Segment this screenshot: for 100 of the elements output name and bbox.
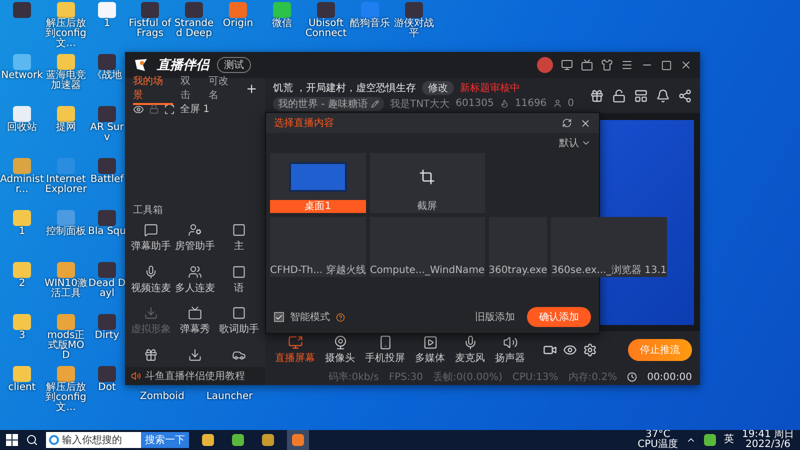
webcam-icon [332,335,348,350]
desktop-icon-label: 解压后放到config文... [44,383,88,413]
close-icon[interactable] [580,118,591,128]
legacy-add-button[interactable]: 旧版添加 [469,309,521,325]
avatar[interactable] [537,57,553,73]
search-field[interactable]: 输入你想搜的 [46,432,141,448]
desktop-icon-label: Network [1,71,43,81]
app-icon[interactable] [13,2,31,18]
source-button[interactable]: 直播屏幕 [273,335,317,365]
source-button[interactable]: 麦克风 [453,335,487,365]
checkbox[interactable] [274,312,284,322]
app-icon[interactable] [405,2,423,18]
desktop-icon-label: 1 [18,227,26,237]
eye-icon[interactable] [563,343,577,357]
app-icon[interactable] [98,2,116,18]
refresh-icon[interactable] [562,118,572,128]
app-icon[interactable] [98,314,116,330]
folder-icon[interactable] [13,210,31,226]
search-icon[interactable] [26,434,38,446]
screen-share-icon [288,335,302,350]
logo-icon [133,57,149,73]
app-icon[interactable] [98,210,116,226]
help-icon[interactable] [336,312,345,322]
source-card[interactable]: Compute..._WindName [370,217,485,277]
gift-icon[interactable] [590,88,604,102]
desktop-icon-label: Fistful of Frags [128,19,172,39]
app-icon[interactable] [141,2,159,18]
tray-icon[interactable] [704,434,716,446]
frame-icon [232,264,246,278]
app-icon[interactable] [13,106,31,122]
add-scene-button[interactable]: + [246,82,257,96]
shirt-icon[interactable] [601,59,613,71]
tool-item[interactable]: 视频连麦 [129,264,173,300]
tutorial-link[interactable]: 斗鱼直播伴侣使用教程 [145,369,245,383]
folder-icon[interactable] [57,314,75,330]
app-icon[interactable] [98,54,116,70]
tool-item[interactable]: 多人连麦 [173,264,217,300]
tool-item[interactable]: 语 [217,264,261,300]
desktop-icon-label: 微信 [272,19,292,29]
app-icon[interactable] [98,158,116,174]
layout-icon[interactable] [634,88,648,102]
windows-icon[interactable] [6,434,18,446]
scene-tab[interactable]: 双击 [180,74,200,104]
clock-date[interactable]: 2022/3/6 [746,440,790,450]
desktop-icon-label: 回收站 [7,123,37,133]
settings-icon[interactable] [583,343,597,357]
version-badge[interactable]: 测试 [217,57,251,73]
folder-icon[interactable] [57,366,75,382]
source-button[interactable]: 手机投屏 [363,335,407,365]
app-icon[interactable] [98,106,116,122]
source-button[interactable]: 扬声器 [493,335,527,365]
folder-icon[interactable] [57,262,75,278]
close-icon[interactable] [680,59,692,71]
menu-icon[interactable] [621,59,633,71]
folder-icon[interactable] [57,106,75,122]
category-tag[interactable]: 我的世界 - 趣味糖语 [273,96,384,110]
search-button[interactable]: 搜索一下 [141,432,189,448]
source-card[interactable]: 截屏 [370,153,485,213]
lock-icon[interactable] [149,104,159,114]
desktop-icon-label: Dirty [94,331,120,341]
app-icon[interactable] [98,366,116,382]
share-icon[interactable] [678,88,692,102]
app-icon[interactable] [185,2,203,18]
source-card[interactable]: CFHD-Th... 穿越火线 [270,217,366,277]
eye-icon[interactable] [133,104,144,114]
maximize-icon[interactable] [661,60,672,70]
scene-tab[interactable]: 我的场景 [133,74,173,104]
app-icon[interactable] [317,2,335,18]
input-method[interactable]: 英 [724,435,734,445]
scene-name[interactable]: 全屏 1 [180,102,210,116]
desktop-icon-label: 2 [18,279,26,289]
app-icon[interactable] [98,262,116,278]
source-button[interactable]: 摄像头 [323,335,357,365]
folder-icon[interactable] [13,314,31,330]
tutorial-bar[interactable]: 斗鱼直播伴侣使用教程 [125,367,265,385]
monitor-icon[interactable] [561,59,573,71]
source-card[interactable]: 360se.ex..._浏览器 13.1 [551,217,667,277]
folder-icon[interactable] [57,2,75,18]
tv-icon[interactable] [581,59,593,71]
speaker-icon [131,371,141,381]
source-button[interactable]: 多媒体 [413,335,447,365]
folder-icon[interactable] [13,366,31,382]
tool-item[interactable]: 弹幕助手 [129,223,173,258]
tool-item[interactable]: 歌词助手 [217,306,261,342]
bell-icon[interactable] [656,88,670,102]
browser-icon [49,435,59,445]
unlock-icon[interactable] [612,88,626,102]
pencil-icon[interactable] [370,100,379,108]
folder-icon[interactable] [57,54,75,70]
sort-dropdown[interactable]: 默认 [551,133,599,153]
video-icon[interactable] [543,343,557,357]
edit-button[interactable]: 修改 [422,80,454,94]
folder-icon[interactable] [13,262,31,278]
flame-icon [500,99,509,108]
tool-item[interactable]: 房管助手 [173,223,217,258]
scene-tab[interactable]: 可改名 [208,74,238,104]
source-card[interactable]: 360tray.exe [488,217,548,277]
tool-item[interactable]: 弹幕秀 [173,306,217,342]
tool-item[interactable]: 主 [217,223,261,258]
desktop-icon-label: 提网 [56,123,76,133]
